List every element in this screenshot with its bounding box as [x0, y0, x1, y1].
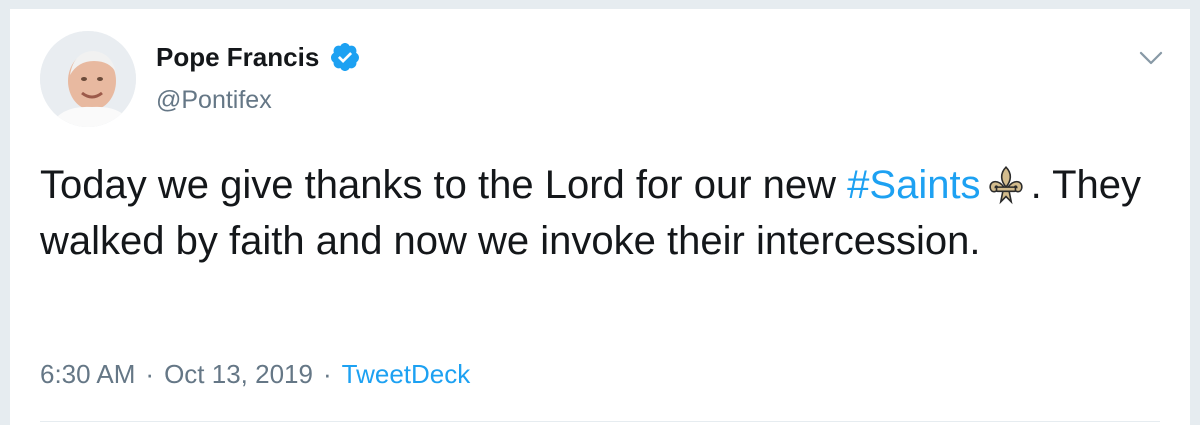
meta-separator: ·	[322, 359, 332, 389]
tweet-card: Pope Francis @Pontifex Today we give tha…	[10, 8, 1190, 425]
meta-separator: ·	[145, 359, 155, 389]
hashtag-link[interactable]: #Saints	[847, 163, 980, 207]
avatar-image	[40, 31, 136, 127]
fleur-de-lis-icon	[989, 166, 1023, 205]
tweet-text-before: Today we give thanks to the Lord for our…	[40, 163, 848, 207]
tweet-meta: 6:30 AM · Oct 13, 2019 · TweetDeck	[40, 359, 470, 390]
tweet-source-link[interactable]: TweetDeck	[342, 359, 471, 390]
chevron-down-icon[interactable]	[1136, 43, 1166, 73]
author-handle[interactable]: @Pontifex	[156, 86, 272, 115]
author-display-name[interactable]: Pope Francis	[156, 42, 319, 73]
avatar[interactable]	[40, 31, 136, 127]
author-name-row: Pope Francis	[156, 41, 361, 73]
tweet-time[interactable]: 6:30 AM	[40, 359, 135, 390]
verified-badge-icon	[331, 43, 360, 71]
divider	[40, 421, 1160, 422]
tweet-date[interactable]: Oct 13, 2019	[164, 359, 313, 390]
tweet-text: Today we give thanks to the Lord for our…	[40, 157, 1180, 269]
